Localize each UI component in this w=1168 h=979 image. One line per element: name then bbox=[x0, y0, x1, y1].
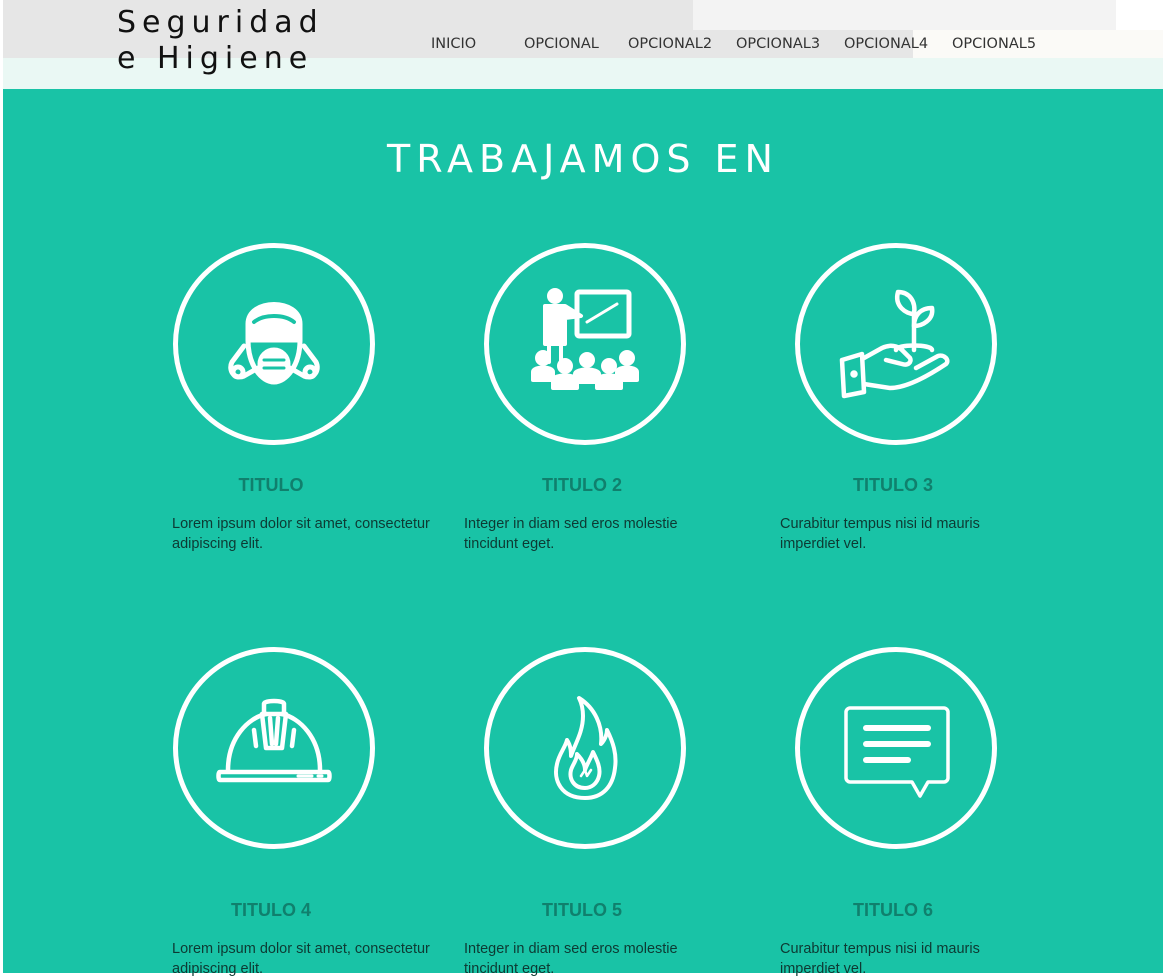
services-section: TRABAJAMOS EN TITULO Lorem ipsum dolor s… bbox=[3, 89, 1163, 977]
item-text-5: Integer in diam sed eros molestie tincid… bbox=[464, 941, 678, 977]
nav-item-inicio[interactable]: INICIO bbox=[431, 36, 476, 52]
item-text-1: Lorem ipsum dolor sit amet, consectetur … bbox=[172, 516, 430, 552]
nav-item-opcional3[interactable]: OPCIONAL3 bbox=[736, 36, 820, 52]
site-logo[interactable]: Seguridad e Higiene bbox=[117, 5, 324, 77]
header-background-image bbox=[693, 0, 1116, 30]
training-presentation-icon bbox=[484, 243, 686, 445]
logo-line-1: Seguridad bbox=[117, 5, 324, 40]
item-text-3: Curabitur tempus nisi id mauris imperdie… bbox=[780, 516, 980, 552]
nav-item-opcional4[interactable]: OPCIONAL4 bbox=[844, 36, 928, 52]
item-text-2: Integer in diam sed eros molestie tincid… bbox=[464, 516, 678, 552]
item-title-5: TITULO 5 bbox=[542, 900, 622, 920]
item-title-6: TITULO 6 bbox=[853, 900, 933, 920]
item-text-4: Lorem ipsum dolor sit amet, consectetur … bbox=[172, 941, 430, 977]
logo-line-2: e Higiene bbox=[117, 41, 314, 76]
hard-hat-icon bbox=[173, 647, 375, 849]
item-text-6: Curabitur tempus nisi id mauris imperdie… bbox=[780, 941, 980, 977]
nav-item-opcional[interactable]: OPCIONAL bbox=[524, 36, 599, 52]
item-title-3: TITULO 3 bbox=[853, 475, 933, 495]
message-icon bbox=[795, 647, 997, 849]
section-title: TRABAJAMOS EN bbox=[386, 137, 779, 181]
item-title-2: TITULO 2 bbox=[542, 475, 622, 495]
nav-item-opcional5[interactable]: OPCIONAL5 bbox=[952, 36, 1036, 52]
item-title-4: TITULO 4 bbox=[231, 900, 311, 920]
header-background-light bbox=[913, 30, 1163, 58]
nav-item-opcional2[interactable]: OPCIONAL2 bbox=[628, 36, 712, 52]
site-header: Seguridad e Higiene INICIO OPCIONAL OPCI… bbox=[3, 0, 1163, 89]
item-title-1: TITULO bbox=[238, 475, 304, 495]
gas-mask-icon bbox=[173, 243, 375, 445]
hand-plant-icon bbox=[795, 243, 997, 445]
fire-icon bbox=[484, 647, 686, 849]
